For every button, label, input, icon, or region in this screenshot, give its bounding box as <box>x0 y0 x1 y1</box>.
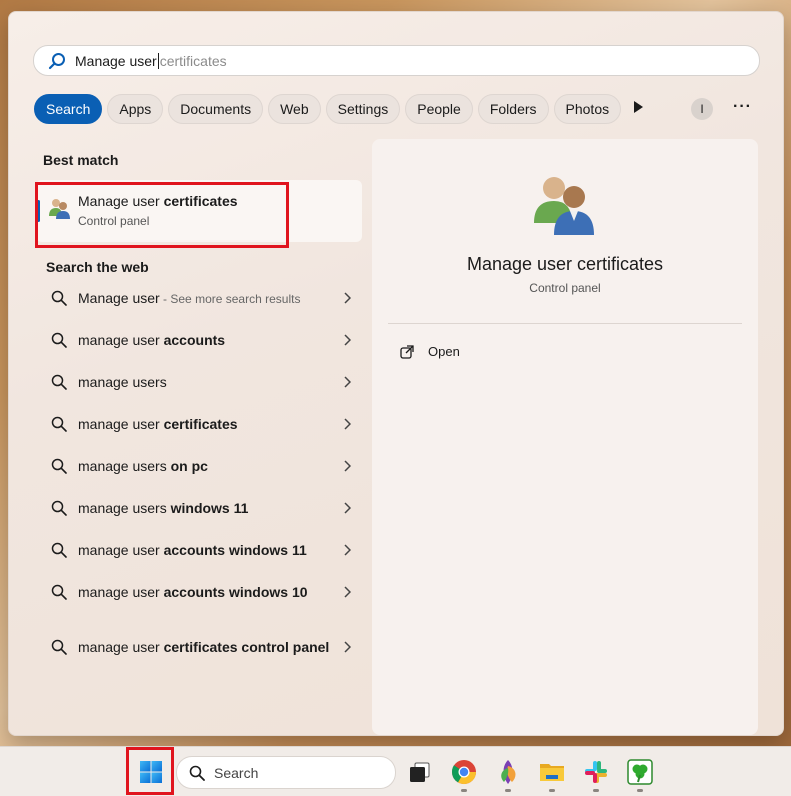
preview-pane: Manage user certificates Control panel O… <box>372 139 758 735</box>
web-result-item[interactable]: manage user accounts <box>43 320 353 360</box>
running-indicator <box>549 789 555 792</box>
filter-tab-photos[interactable]: Photos <box>553 94 622 124</box>
search-input[interactable]: Manage user certificates <box>33 45 760 76</box>
open-label: Open <box>428 344 460 359</box>
chevron-right-icon <box>344 292 351 304</box>
highlight-box <box>126 747 174 795</box>
users-icon <box>534 177 594 235</box>
slack-icon[interactable] <box>582 758 610 786</box>
web-result-item[interactable]: manage users windows 11 <box>43 488 353 528</box>
web-result-text: manage users windows 11 <box>78 498 343 519</box>
filter-tab-folders[interactable]: Folders <box>477 94 549 124</box>
web-result-text: manage user accounts windows 10 <box>78 582 343 603</box>
account-avatar[interactable]: I <box>691 98 713 120</box>
web-result-item[interactable]: manage users <box>43 362 353 402</box>
best-match-heading: Best match <box>43 152 119 168</box>
web-result-prefix: manage user <box>78 415 164 432</box>
web-result-bold: certificates <box>163 415 238 432</box>
filter-tab-search[interactable]: Search <box>34 94 103 124</box>
web-result-prefix: manage users <box>78 373 167 390</box>
web-result-bold: on pc <box>170 457 208 474</box>
chevron-right-icon <box>344 334 351 346</box>
start-search-panel: Manage user certificates Search Apps Docu… <box>8 11 784 736</box>
chevron-right-icon <box>344 376 351 388</box>
search-icon <box>51 458 67 474</box>
web-result-text: manage user accounts windows 11 <box>78 540 343 561</box>
web-result-bold: accounts <box>163 331 226 348</box>
task-view-icon[interactable] <box>406 758 434 786</box>
chevron-right-icon <box>344 586 351 598</box>
clover-app-icon[interactable] <box>626 758 654 786</box>
search-icon <box>51 584 67 600</box>
web-result-text: manage user accounts <box>78 330 343 351</box>
web-result-bold: accounts windows 10 <box>163 583 308 600</box>
preview-divider <box>388 323 742 324</box>
search-icon <box>48 52 65 69</box>
search-icon <box>51 500 67 516</box>
web-result-item[interactable]: manage user certificates <box>43 404 353 444</box>
text-caret <box>157 52 159 69</box>
preview-title: Manage user certificates <box>466 254 664 274</box>
chevron-right-icon <box>344 544 351 556</box>
more-filters-arrow-icon[interactable] <box>634 101 643 113</box>
file-explorer-icon[interactable] <box>538 758 566 786</box>
web-result-hint: - See more search results <box>159 291 301 306</box>
search-icon <box>51 542 67 558</box>
filter-tab-documents[interactable]: Documents <box>168 94 264 124</box>
search-icon <box>51 332 67 348</box>
app-leaf-icon[interactable] <box>494 758 522 786</box>
web-result-item[interactable]: manage user accounts windows 10 <box>43 572 353 612</box>
search-icon <box>51 639 67 655</box>
web-result-text: Manage user - See more search results <box>78 288 343 309</box>
web-result-bold: certificates control panel <box>163 638 330 655</box>
preview-subtitle: Control panel <box>529 281 601 295</box>
web-result-prefix: manage users <box>78 499 171 516</box>
web-result-prefix: manage user <box>78 541 164 558</box>
open-action[interactable]: Open <box>400 344 460 359</box>
web-result-prefix: manage users <box>78 457 171 474</box>
web-result-item[interactable]: manage user accounts windows 11 <box>43 530 353 570</box>
web-result-text: manage user certificates <box>78 414 343 435</box>
chevron-right-icon <box>344 460 351 472</box>
search-the-web-heading: Search the web <box>46 259 149 275</box>
running-indicator <box>593 789 599 792</box>
web-result-text: manage users on pc <box>78 456 343 477</box>
web-result-prefix: Manage user <box>78 289 160 306</box>
chrome-icon[interactable] <box>450 758 478 786</box>
chevron-right-icon <box>344 418 351 430</box>
web-result-item[interactable]: manage users on pc <box>43 446 353 486</box>
more-options-button[interactable]: ··· <box>733 98 752 116</box>
open-external-icon <box>400 344 414 359</box>
web-result-bold: windows 11 <box>170 499 249 516</box>
web-result-prefix: manage user <box>78 583 164 600</box>
filter-tab-web[interactable]: Web <box>268 94 321 124</box>
running-indicator <box>637 789 643 792</box>
search-icon <box>51 416 67 432</box>
search-typed-text: Manage user <box>75 52 157 69</box>
filter-tab-apps[interactable]: Apps <box>107 94 164 124</box>
web-result-text: manage user certificates control panel <box>78 637 343 658</box>
web-result-text: manage users <box>78 372 343 393</box>
taskbar-search-box[interactable]: Search <box>176 756 396 789</box>
chevron-right-icon <box>344 641 351 653</box>
web-result-bold: accounts windows 11 <box>163 541 307 558</box>
search-icon <box>189 765 205 781</box>
search-icon <box>51 374 67 390</box>
chevron-right-icon <box>344 502 351 514</box>
running-indicator <box>505 789 511 792</box>
filter-tab-people[interactable]: People <box>405 94 473 124</box>
web-result-prefix: manage user <box>78 331 164 348</box>
web-result-item[interactable]: manage user certificates control panel <box>43 623 353 671</box>
search-autocomplete-suggestion: certificates <box>159 52 227 69</box>
search-icon <box>51 290 67 306</box>
filter-tab-settings[interactable]: Settings <box>325 94 401 124</box>
highlight-box <box>35 182 289 248</box>
filter-tabs: Search Apps Documents Web Settings Peopl… <box>34 94 622 124</box>
running-indicator <box>461 789 467 792</box>
web-result-item[interactable]: Manage user - See more search results <box>43 278 353 318</box>
web-result-prefix: manage user <box>78 638 164 655</box>
taskbar-search-placeholder: Search <box>214 764 259 781</box>
